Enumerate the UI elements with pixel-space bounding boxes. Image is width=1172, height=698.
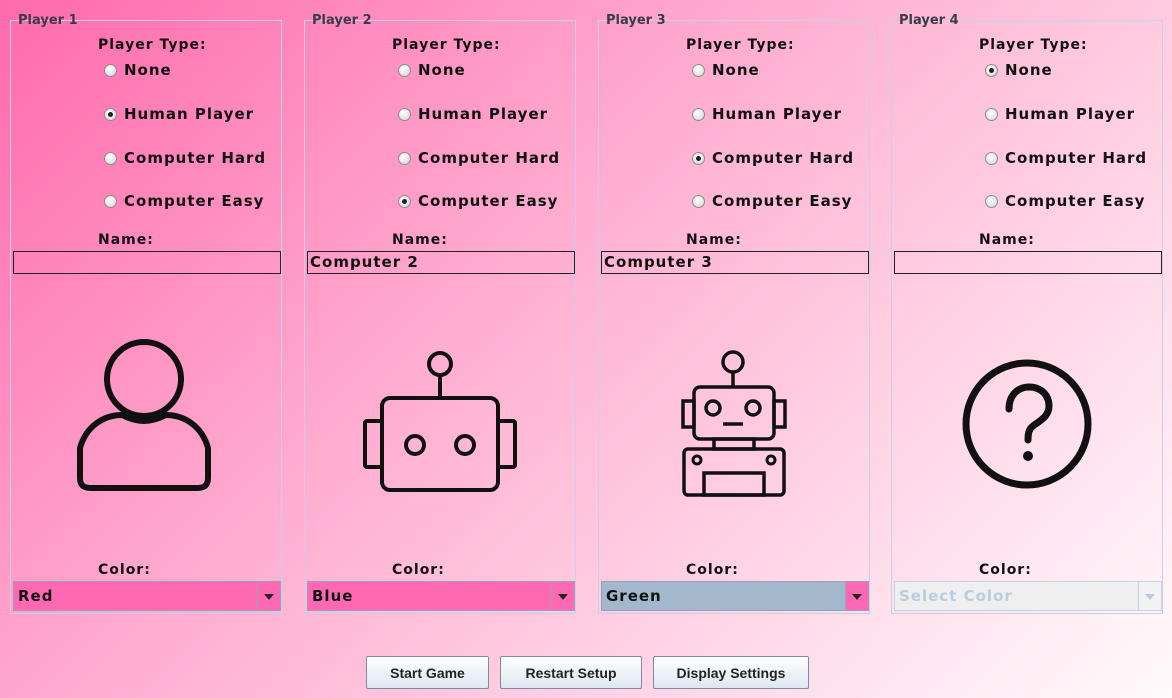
- radio-human-player[interactable]: Human Player: [398, 105, 548, 123]
- radio-label: Human Player: [124, 105, 255, 123]
- radio-button-icon[interactable]: [985, 194, 998, 208]
- radio-label: Computer Hard: [418, 149, 561, 167]
- player-type-label: Player Type:: [686, 37, 795, 53]
- radio-label: Computer Hard: [712, 149, 855, 167]
- chevron-down-icon[interactable]: [846, 582, 868, 610]
- chevron-down-icon[interactable]: [552, 582, 574, 610]
- radio-button-selected-icon[interactable]: [985, 63, 998, 77]
- radio-button-icon[interactable]: [692, 63, 705, 77]
- robot-hard-icon: [681, 350, 787, 497]
- radio-button-icon[interactable]: [985, 151, 998, 165]
- radio-label: Human Player: [418, 105, 549, 123]
- radio-button-icon[interactable]: [985, 107, 998, 121]
- player-3-panel: Player 3 Player Type: None Human Player …: [598, 13, 870, 614]
- chevron-down-icon[interactable]: [1139, 582, 1161, 610]
- color-dropdown[interactable]: Red: [13, 581, 281, 611]
- radio-computer-hard[interactable]: Computer Hard: [104, 149, 266, 167]
- color-dropdown[interactable]: Blue: [307, 581, 575, 611]
- radio-label: None: [418, 61, 466, 79]
- radio-none[interactable]: None: [104, 61, 172, 79]
- radio-label: Human Player: [1005, 105, 1136, 123]
- panel-title: Player 1: [18, 13, 78, 28]
- radio-computer-easy[interactable]: Computer Easy: [104, 192, 264, 210]
- panel-title: Player 4: [899, 13, 959, 28]
- radio-button-selected-icon[interactable]: [692, 151, 705, 165]
- radio-computer-easy[interactable]: Computer Easy: [398, 192, 558, 210]
- radio-computer-hard[interactable]: Computer Hard: [398, 149, 560, 167]
- radio-button-icon[interactable]: [398, 107, 411, 121]
- person-icon: [77, 339, 211, 491]
- radio-button-icon[interactable]: [398, 151, 411, 165]
- color-dropdown-value: Blue: [308, 582, 552, 610]
- panel-title: Player 2: [312, 13, 372, 28]
- radio-label: None: [124, 61, 172, 79]
- radio-button-icon[interactable]: [104, 63, 117, 77]
- display-settings-button[interactable]: Display Settings: [653, 656, 809, 689]
- color-label: Color:: [979, 562, 1032, 578]
- radio-button-icon[interactable]: [692, 107, 705, 121]
- color-label: Color:: [392, 562, 445, 578]
- color-dropdown[interactable]: Green: [601, 581, 869, 611]
- radio-button-icon[interactable]: [692, 194, 705, 208]
- radio-label: None: [712, 61, 760, 79]
- radio-label: Computer Hard: [124, 149, 267, 167]
- radio-none[interactable]: None: [985, 61, 1053, 79]
- panel-title: Player 3: [606, 13, 666, 28]
- name-label: Name:: [392, 232, 448, 248]
- color-dropdown-value: Green: [602, 582, 846, 610]
- start-game-button[interactable]: Start Game: [366, 656, 489, 689]
- name-field[interactable]: [894, 251, 1162, 274]
- radio-computer-hard[interactable]: Computer Hard: [692, 149, 854, 167]
- name-label: Name:: [98, 232, 154, 248]
- radio-button-selected-icon[interactable]: [398, 194, 411, 208]
- name-label: Name:: [979, 232, 1035, 248]
- radio-label: Computer Easy: [712, 192, 853, 210]
- player-type-label: Player Type:: [979, 37, 1088, 53]
- chevron-down-icon[interactable]: [258, 582, 280, 610]
- color-dropdown-value: Select Color: [895, 582, 1139, 610]
- player-type-label: Player Type:: [98, 37, 207, 53]
- radio-computer-hard[interactable]: Computer Hard: [985, 149, 1147, 167]
- radio-button-icon[interactable]: [104, 194, 117, 208]
- radio-computer-easy[interactable]: Computer Easy: [692, 192, 852, 210]
- radio-button-icon[interactable]: [104, 151, 117, 165]
- radio-human-player[interactable]: Human Player: [104, 105, 254, 123]
- radio-none[interactable]: None: [398, 61, 466, 79]
- color-label: Color:: [98, 562, 151, 578]
- radio-label: Computer Easy: [124, 192, 265, 210]
- radio-label: Computer Hard: [1005, 149, 1148, 167]
- radio-button-icon[interactable]: [398, 63, 411, 77]
- color-label: Color:: [686, 562, 739, 578]
- radio-label: None: [1005, 61, 1053, 79]
- name-label: Name:: [686, 232, 742, 248]
- color-dropdown[interactable]: Select Color: [894, 581, 1162, 611]
- restart-setup-button[interactable]: Restart Setup: [500, 656, 642, 689]
- radio-computer-easy[interactable]: Computer Easy: [985, 192, 1145, 210]
- radio-human-player[interactable]: Human Player: [692, 105, 842, 123]
- player-1-panel: Player 1 Player Type: None Human Player …: [10, 13, 282, 614]
- color-dropdown-value: Red: [14, 582, 258, 610]
- name-field[interactable]: Computer 3: [601, 251, 869, 274]
- name-field[interactable]: [13, 251, 281, 274]
- radio-none[interactable]: None: [692, 61, 760, 79]
- radio-button-selected-icon[interactable]: [104, 107, 117, 121]
- name-field[interactable]: Computer 2: [307, 251, 575, 274]
- player-2-panel: Player 2 Player Type: None Human Player …: [304, 13, 576, 614]
- radio-label: Computer Easy: [418, 192, 559, 210]
- player-type-label: Player Type:: [392, 37, 501, 53]
- robot-easy-icon: [363, 351, 517, 492]
- player-4-panel: Player 4 Player Type: None Human Player …: [891, 13, 1163, 614]
- radio-label: Human Player: [712, 105, 843, 123]
- radio-human-player[interactable]: Human Player: [985, 105, 1135, 123]
- question-mark-icon: [962, 359, 1092, 489]
- radio-label: Computer Easy: [1005, 192, 1146, 210]
